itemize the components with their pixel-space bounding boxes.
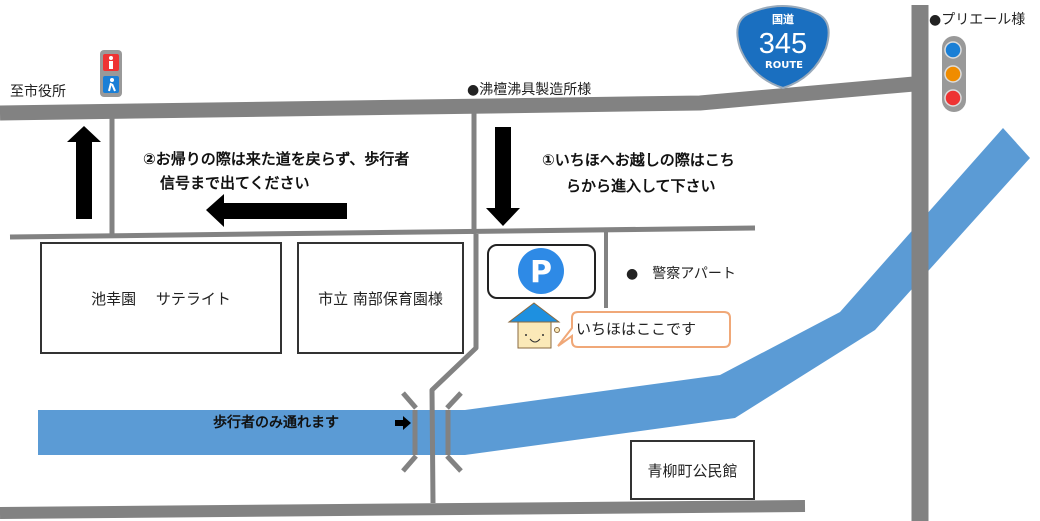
road-middle: [9, 225, 756, 240]
instruction-2-line1: ②お帰りの際は来た道を戻らず、歩行者: [143, 150, 410, 168]
building-nanbu-hoikuen: 市立 南部保育園様: [297, 242, 464, 354]
instruction-1-line2: らから進入して下さい: [566, 177, 716, 195]
building-community-hall: 青柳町公民館: [630, 440, 755, 500]
arrow-down-icon: [486, 127, 520, 226]
house-mascot-icon: [507, 302, 561, 349]
main-road-top: [0, 76, 915, 121]
route-sign-top: 国道: [772, 12, 794, 26]
pedestrian-signal-icon: [100, 50, 122, 97]
parking-letter: P: [530, 255, 552, 290]
label-police-apartment: ● 警察アパート: [626, 266, 736, 282]
label-city-hall: 至市役所: [10, 84, 66, 100]
label-pedestrian-only: 歩行者のみ通れます: [213, 415, 339, 431]
route-sign-bottom: ROUTE: [765, 60, 803, 71]
building-ikekoen: 池幸園 サテライト: [40, 242, 282, 354]
road-bottom: [0, 500, 806, 519]
arrow-up-icon: [67, 126, 101, 219]
label-purieru: ●プリエール様: [929, 12, 1026, 28]
instruction-1-line1: ①いちほへお越しの際はこち: [542, 151, 735, 169]
route-sign-number: 345: [759, 28, 807, 60]
label-futsuan: ●沸檀沸具製造所様: [467, 82, 592, 98]
instruction-2-line2: 信号まで出てください: [160, 174, 310, 192]
traffic-light-icon: [942, 36, 966, 112]
route-sign-icon: 国道 345 ROUTE: [736, 5, 830, 90]
arrow-left-icon: [206, 194, 347, 227]
label-here: いちほはここです: [576, 320, 697, 338]
map: 国道 345 ROUTE P 至市役所 ●沸檀沸具製造所様 ●プリエール様 ● …: [0, 0, 1040, 521]
